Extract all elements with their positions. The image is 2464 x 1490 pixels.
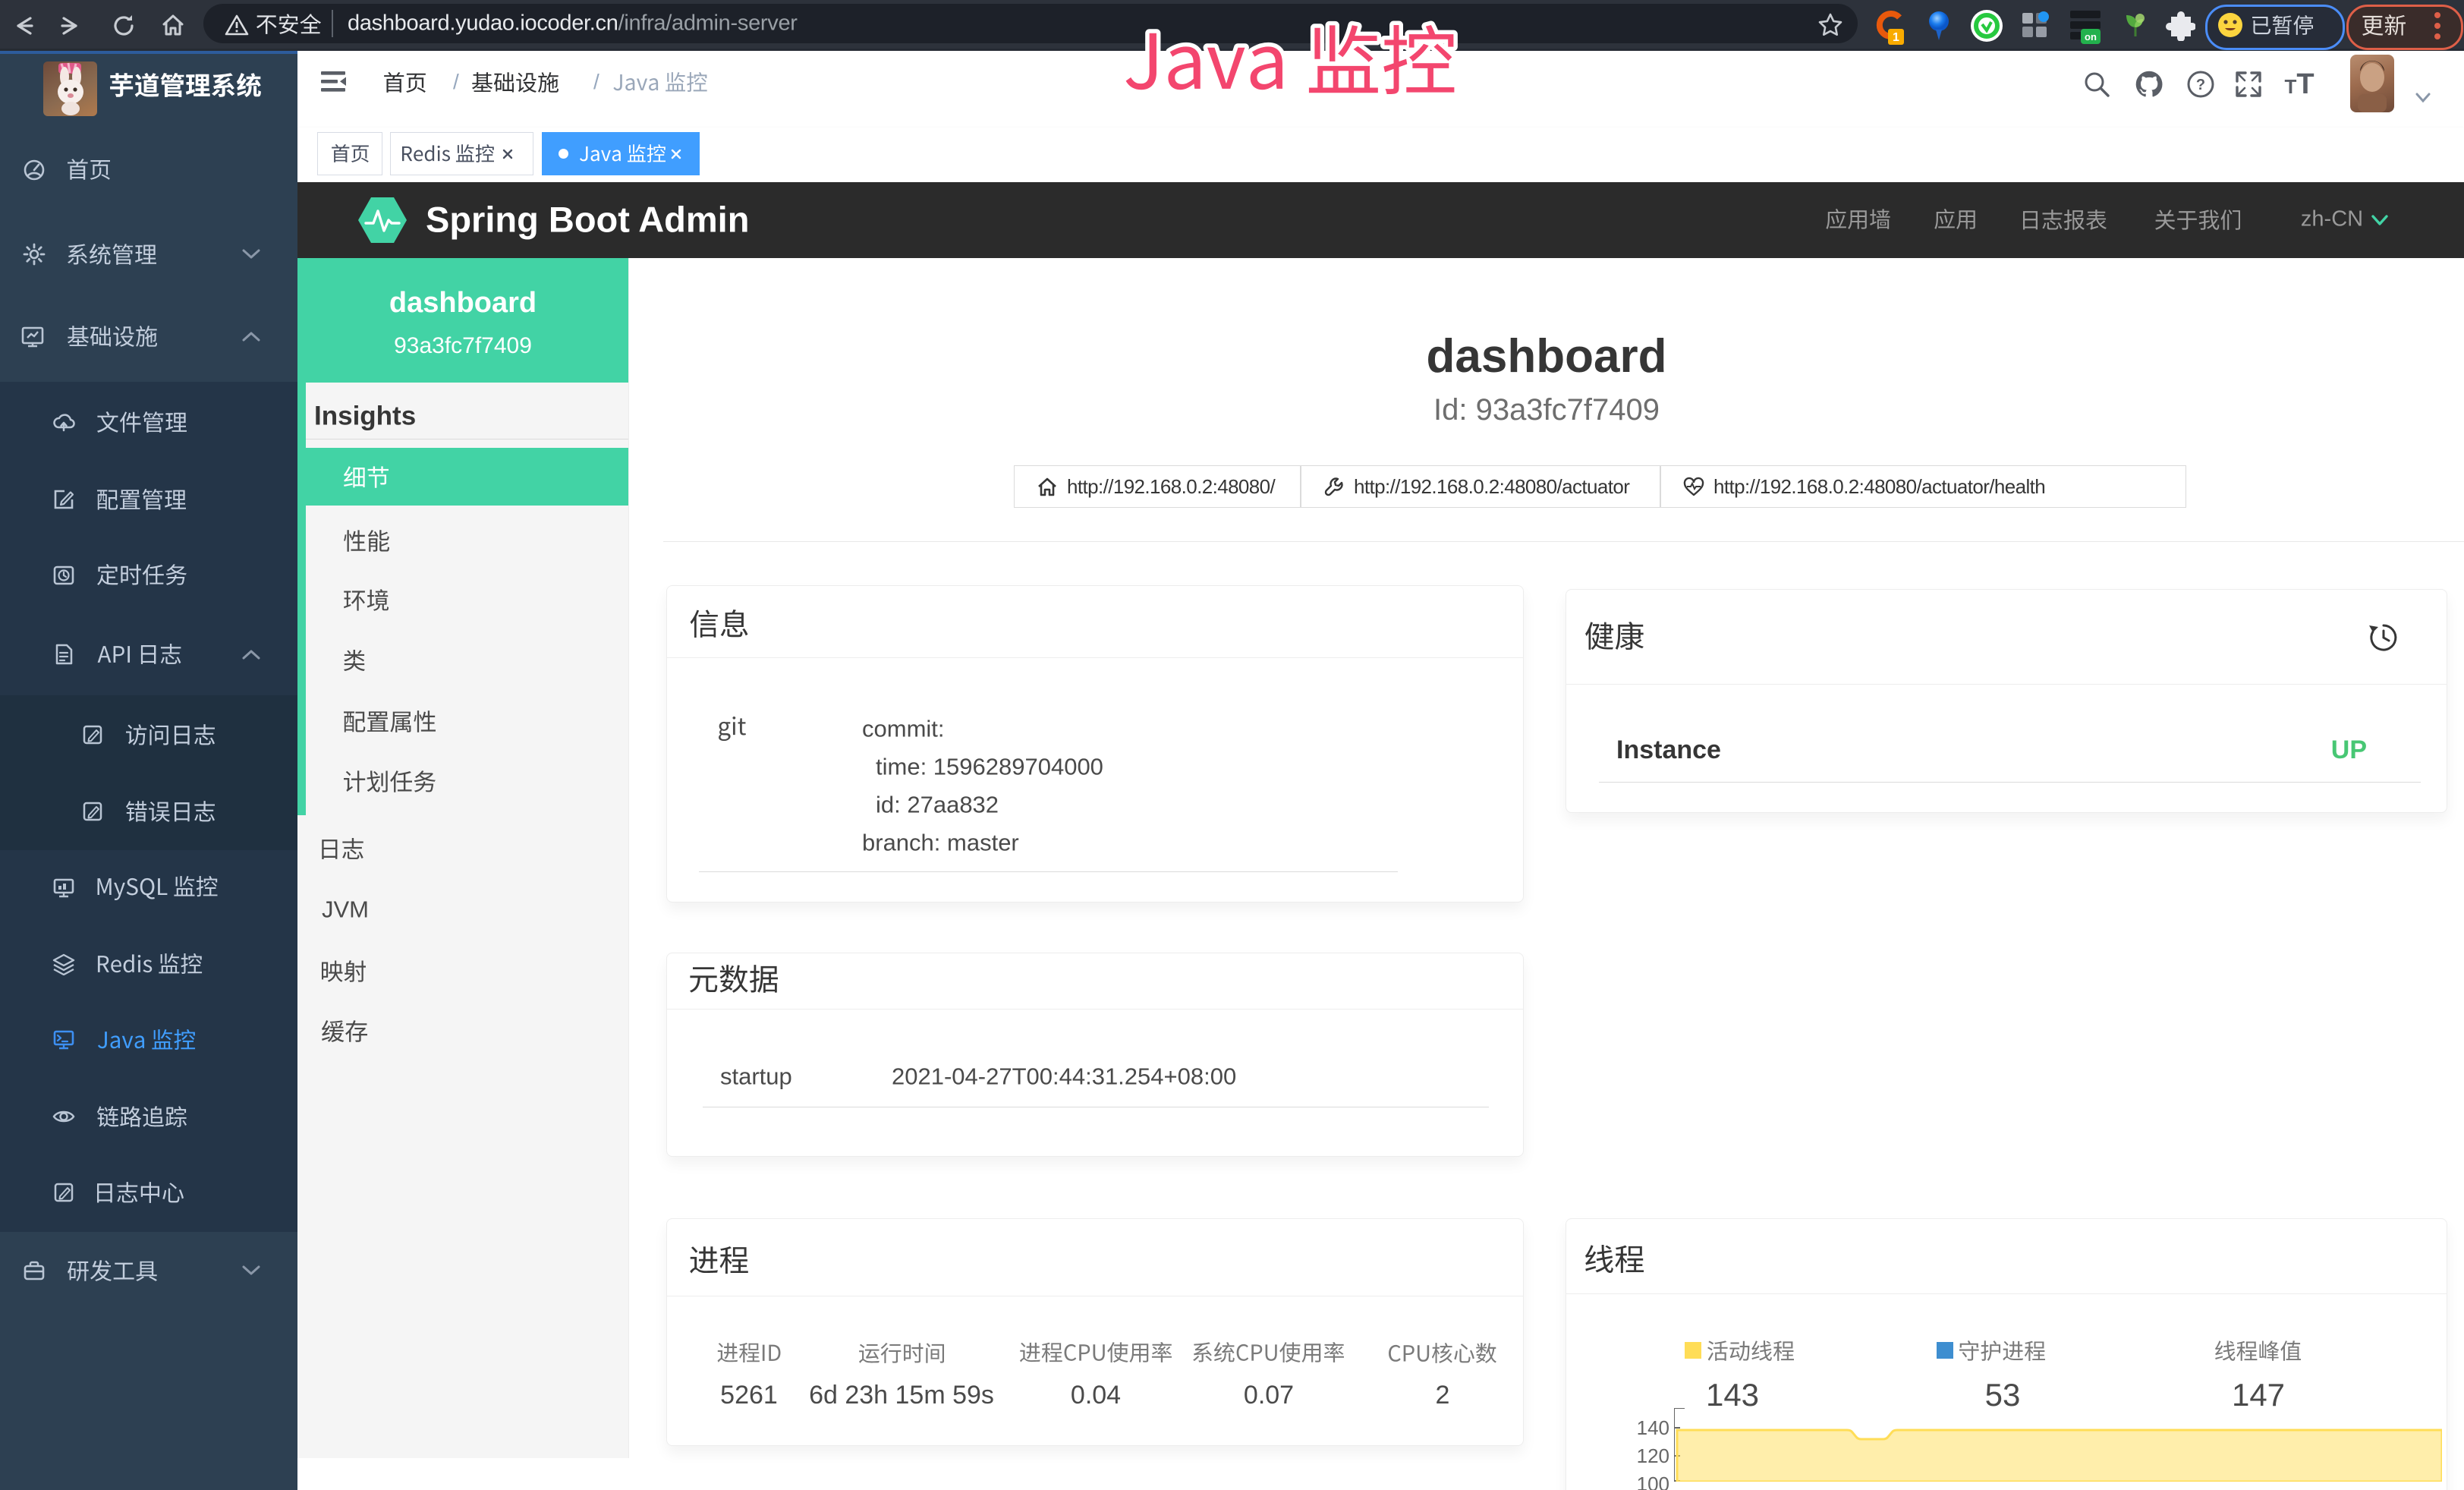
svg-text:on: on — [2085, 31, 2097, 43]
svg-text:?: ? — [2196, 77, 2205, 93]
svg-text:1: 1 — [1893, 31, 1899, 44]
